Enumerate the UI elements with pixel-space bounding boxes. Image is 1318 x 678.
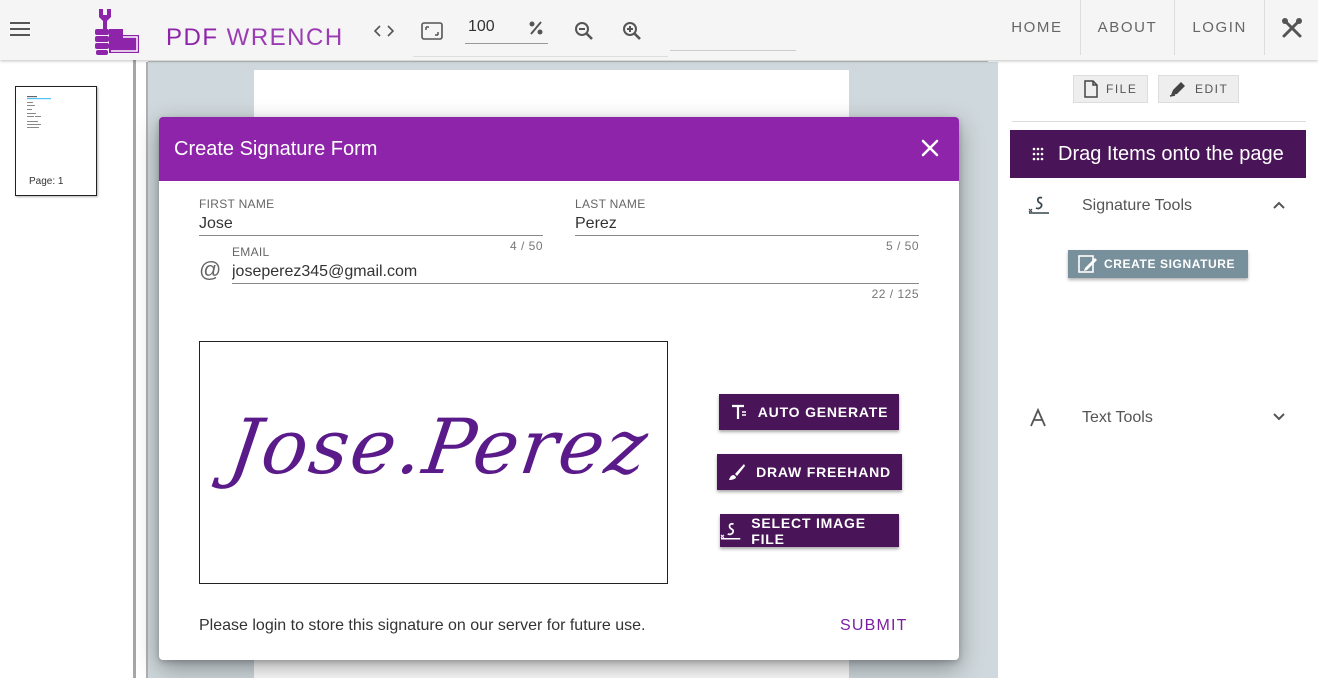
right-panel: FILE EDIT Drag Items onto the page Signa… [1000,60,1318,678]
file-tab-button[interactable]: FILE [1073,75,1149,103]
file-icon [1084,80,1098,98]
edit-document-icon [1078,255,1097,273]
nav-about[interactable]: ABOUT [1079,0,1175,55]
create-signature-dialog: Create Signature Form FIRST NAME 4 / 50 … [159,117,959,660]
select-image-file-button[interactable]: SELECT IMAGE FILE [720,514,899,547]
dialog-title: Create Signature Form [174,138,378,160]
nav-login[interactable]: LOGIN [1174,0,1264,55]
email-field: EMAIL 22 / 125 [232,245,919,301]
drag-handle-icon [1032,147,1044,161]
zoom-in-icon[interactable] [620,20,644,42]
create-signature-button[interactable]: CREATE SIGNATURE [1068,250,1248,278]
tools-icon[interactable] [1264,0,1318,55]
email-at-icon: @ [199,257,222,282]
create-signature-label: CREATE SIGNATURE [1104,257,1236,271]
top-nav: HOME ABOUT LOGIN [994,0,1264,55]
auto-generate-label: AUTO GENERATE [757,404,889,420]
last-name-label: LAST NAME [575,197,646,211]
signature-tools-section[interactable]: Signature Tools [1012,186,1306,226]
text-format-icon [731,404,746,419]
zoom-input[interactable] [468,18,518,36]
email-input[interactable] [232,260,919,284]
top-bar: PDF WRENCH HOME ABOUT LOGIN [0,0,1318,60]
select-image-label: SELECT IMAGE FILE [751,514,866,547]
percent-icon [529,21,543,35]
draw-freehand-label: DRAW FREEHAND [756,464,891,480]
signature-preview[interactable]: Jose.Perez [199,341,668,584]
signature-tools-label: Signature Tools [1082,197,1192,214]
logo-pdf: PDF [166,24,219,51]
signature-icon [720,522,741,539]
edit-label: EDIT [1195,82,1229,96]
signature-text: Jose.Perez [223,402,655,491]
login-note: Please login to store this signature on … [199,617,646,634]
file-label: FILE [1106,82,1138,96]
text-tools-section[interactable]: Text Tools [1012,398,1306,438]
panel-divider [1012,121,1306,122]
logo-text[interactable]: PDF WRENCH [166,24,344,52]
logo-icon [95,9,139,55]
thumbnail-preview [25,94,53,139]
thumbnail-label: Page: 1 [29,176,64,187]
nav-home[interactable]: HOME [994,0,1079,55]
email-label: EMAIL [232,245,270,259]
dialog-header: Create Signature Form [159,117,959,181]
draw-freehand-button[interactable]: DRAW FREEHAND [717,454,902,490]
text-font-icon [1030,408,1046,427]
first-name-input[interactable] [199,212,543,236]
thumbnail-panel: Page: 1 [0,60,136,678]
page-thumbnail[interactable]: Page: 1 [15,86,97,196]
edit-tab-button[interactable]: EDIT [1158,75,1240,103]
submit-button[interactable]: SUBMIT [840,617,908,635]
toolbar-divider [670,50,796,51]
toolbar-divider [413,56,668,57]
edit-pen-icon [1169,82,1185,97]
first-name-label: FIRST NAME [199,197,275,211]
last-name-input[interactable] [575,212,919,236]
code-icon[interactable] [372,20,396,42]
auto-generate-button[interactable]: AUTO GENERATE [719,394,899,430]
brush-icon [729,464,746,480]
zoom-field[interactable] [465,14,548,44]
drag-items-label: Drag Items onto the page [1058,142,1284,165]
fit-page-icon[interactable] [420,20,444,42]
menu-icon[interactable] [10,22,30,38]
signature-icon [1028,196,1049,214]
chevron-up-icon[interactable] [1272,198,1286,212]
close-icon[interactable] [919,137,941,159]
zoom-out-icon[interactable] [572,20,596,42]
email-counter: 22 / 125 [871,287,919,301]
logo-wrench: WRENCH [226,24,344,51]
text-tools-label: Text Tools [1082,409,1153,426]
chevron-down-icon[interactable] [1272,410,1286,424]
drag-items-header: Drag Items onto the page [1010,130,1306,178]
